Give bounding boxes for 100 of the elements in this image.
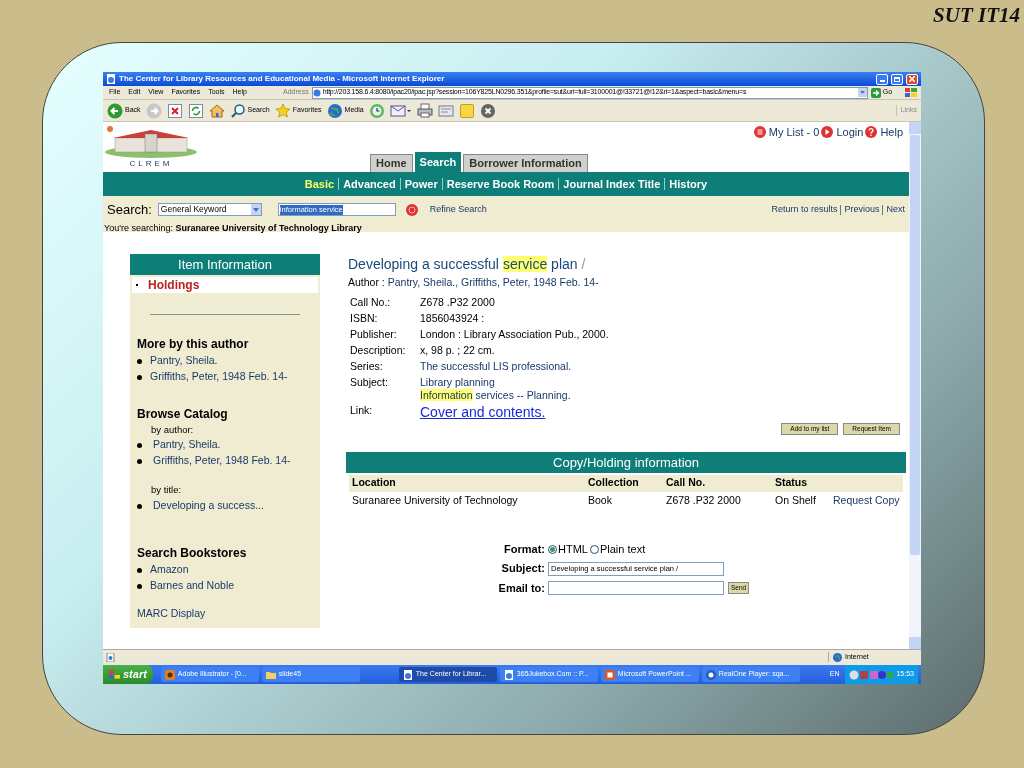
subnav-link[interactable]: Advanced <box>343 175 396 193</box>
nav-tab[interactable]: Search <box>414 152 462 172</box>
section-heading: More by this author <box>137 336 250 353</box>
subject-label: Subject: <box>500 561 546 577</box>
search-type-select[interactable]: General Keyword <box>157 203 262 217</box>
format-label: Format: <box>503 541 546 557</box>
format-radio[interactable]: HTML <box>548 540 588 558</box>
column-header: Collection <box>588 475 640 491</box>
caret-icon <box>252 207 259 212</box>
close-icon <box>909 76 915 82</box>
play-icon <box>821 126 834 139</box>
refresh-icon[interactable] <box>187 102 204 119</box>
subnav-link[interactable]: History <box>669 175 708 193</box>
sidebar-link[interactable]: Amazon <box>150 561 189 578</box>
field-label: Subject: <box>350 374 389 390</box>
subnav-link[interactable]: Reserve Book Room <box>446 175 555 193</box>
field-value: x, 98 p. ; 22 cm. <box>420 342 495 358</box>
caret-icon <box>859 91 865 94</box>
field-link[interactable]: Library planning <box>420 375 571 389</box>
app-icon <box>604 669 615 680</box>
globe-icon[interactable] <box>326 102 343 119</box>
field-label: Description: <box>350 342 407 358</box>
result-nav-link[interactable]: Previous <box>844 203 880 217</box>
field-value: Z678 .P32 2000 <box>420 294 495 310</box>
question-icon <box>865 126 878 139</box>
refine-search-link[interactable]: Refine Search <box>429 203 487 217</box>
home-icon[interactable] <box>208 102 225 119</box>
table-cell-text: Z678 .P32 2000 <box>666 493 742 509</box>
subnav-link[interactable]: Power <box>404 175 438 193</box>
marc-display-link[interactable]: MARC Display <box>130 605 320 622</box>
stop-icon[interactable] <box>166 102 183 119</box>
search-label: Search: <box>107 201 152 219</box>
star-icon[interactable] <box>274 102 291 119</box>
result-nav-link[interactable]: Next <box>886 203 905 217</box>
email-label: Email to: <box>497 580 546 596</box>
table-cell-text: On Shelf <box>775 493 817 509</box>
search-scope: You're searching: Suranaree University of Technology Library <box>104 221 363 235</box>
table-cell-text: Book <box>588 493 613 509</box>
globe-icon <box>833 652 842 662</box>
page-icon <box>106 652 115 662</box>
field-label: Publisher: <box>350 326 398 342</box>
windows-logo-icon <box>905 87 917 98</box>
request-copy-link[interactable]: Request Copy <box>833 493 903 510</box>
cover-link[interactable]: Cover and contents. <box>420 401 546 422</box>
column-header: Location <box>352 475 397 491</box>
nav-tab[interactable]: Borrower Information <box>463 154 588 172</box>
field-label: ISBN: <box>350 310 379 326</box>
field-value: 1856043924 : <box>420 310 485 326</box>
field-label: Series: <box>350 358 384 374</box>
field-value: London : Library Association Pub., 2000. <box>420 326 609 342</box>
sidebar-link[interactable]: Pantry, Sheila. <box>150 437 221 454</box>
sidebar-item[interactable]: Holdings <box>132 277 318 293</box>
sidebar-link[interactable]: Pantry, Sheila. <box>150 353 218 369</box>
group-label: by author: <box>150 423 195 437</box>
go-icon[interactable] <box>405 203 418 216</box>
arrow-icon <box>870 87 881 98</box>
subnav-link[interactable]: Basic <box>304 175 335 193</box>
sidebar-header: Item Information <box>130 254 320 275</box>
group-label: by title: <box>150 483 183 498</box>
page-icon <box>402 669 413 680</box>
field-label: Link: <box>350 402 374 418</box>
slide-title: SUT IT14 <box>933 2 1020 29</box>
top-link[interactable]: Login <box>821 124 864 141</box>
section-heading: Search Bookstores <box>137 544 248 562</box>
close-button[interactable] <box>906 73 918 85</box>
app-icon <box>705 669 716 680</box>
messenger-icon[interactable] <box>479 102 496 119</box>
sidebar-link[interactable]: Barnes and Noble <box>150 577 235 594</box>
search-icon[interactable] <box>229 102 246 119</box>
top-link[interactable]: Help <box>865 124 903 141</box>
address-dropdown-button[interactable] <box>857 88 867 97</box>
globe-icon <box>312 88 321 97</box>
field-link[interactable]: The successful LIS professional. <box>420 359 572 373</box>
scrollbar[interactable] <box>909 122 921 649</box>
minimize-button[interactable] <box>876 73 888 85</box>
subnav-link[interactable]: Journal Index Title <box>563 175 661 193</box>
history-icon[interactable] <box>368 102 385 119</box>
maximize-button[interactable] <box>891 73 903 85</box>
logo-text: CLREM <box>129 158 173 170</box>
field-link[interactable]: Information services -- Planning. <box>420 388 571 402</box>
sidebar-link[interactable]: Griffiths, Peter, 1948 Feb. 14- <box>150 369 288 385</box>
field-label: Call No.: <box>350 294 392 310</box>
format-radio[interactable]: Plain text <box>589 540 646 558</box>
nav-tab[interactable]: Home <box>370 154 413 172</box>
printer-icon[interactable] <box>416 102 433 119</box>
column-header: Status <box>775 475 809 491</box>
tray-icons-drawing <box>849 669 894 680</box>
window-title: The Center for Library Resources and Educational Media - Microsoft Internet Explorer <box>119 73 446 85</box>
windows-logo-icon <box>109 669 120 680</box>
list-icon <box>753 126 766 139</box>
record-title: Developing a successful service plan / <box>347 255 587 274</box>
sidebar-link[interactable]: Griffiths, Peter, 1948 Feb. 14- <box>150 453 291 470</box>
sidebar-link[interactable]: Developing a success... <box>150 497 264 514</box>
section-heading: Browse Catalog <box>137 406 229 423</box>
result-nav-link[interactable]: Return to results <box>771 203 838 217</box>
top-link[interactable]: My List - 0 <box>753 124 820 141</box>
email-field[interactable] <box>548 581 724 595</box>
holdings-header: Copy/Holding information <box>346 451 906 473</box>
mail-icon[interactable] <box>389 102 412 119</box>
app-icon <box>164 669 175 680</box>
